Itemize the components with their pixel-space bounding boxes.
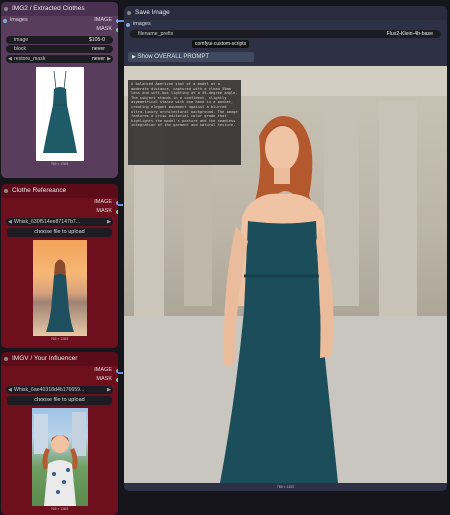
widget-value: Flux2-Klein-4b-base (386, 31, 433, 37)
arrow-left-icon[interactable]: ◀ (8, 386, 12, 394)
preview-image (31, 407, 88, 506)
input-label: images (10, 17, 28, 23)
node-save-image[interactable]: Save Image images filename_prefix Flux2-… (124, 6, 447, 491)
output-label: MASK (96, 208, 112, 214)
arrow-right-icon[interactable]: ▶ (107, 386, 111, 394)
arrow-right-icon[interactable]: ▶ (107, 55, 111, 63)
output-label: IMAGE (94, 17, 112, 23)
input-label: images (133, 21, 151, 27)
output-port-image[interactable] (116, 200, 118, 205)
show-prompt-label: Show OVERALL PROMPT (137, 54, 209, 60)
widget-label: restore_mask (14, 55, 46, 62)
show-prompt-button[interactable]: ▶ Show OVERALL PROMPT (128, 52, 254, 62)
node-title-text: Clothe Refereance (12, 187, 67, 194)
output-label: MASK (96, 376, 112, 382)
widget-image-file[interactable]: ◀ Whisk_630f514ee87147b7... ▶ (6, 217, 113, 226)
node-clothe-reference[interactable]: Clothe Refereance IMAGE MASK ◀ Whisk_630… (1, 184, 118, 348)
node-title-text: IMG2 / Extracted Clothes (12, 5, 85, 12)
output-label: MASK (96, 26, 112, 32)
arrow-left-icon[interactable]: ◀ (8, 218, 12, 226)
collapse-dot-icon[interactable] (4, 7, 8, 11)
widget-image-file[interactable]: ◀ Whisk_6ae40318d4b176659... ▶ (6, 385, 113, 394)
collapse-dot-icon[interactable] (4, 357, 8, 361)
input-port-images[interactable] (126, 22, 130, 27)
node-title[interactable]: Save Image (124, 6, 447, 20)
dress-icon (42, 70, 77, 153)
image-size-caption: 768 × 1365 (50, 161, 69, 166)
arrow-right-icon[interactable]: ▶ (107, 218, 111, 226)
output-port-mask[interactable] (116, 27, 118, 32)
upload-button[interactable]: choose file to upload (7, 227, 112, 237)
node-title[interactable]: Clothe Refereance (1, 184, 118, 198)
widget-image[interactable]: image $105-0 (6, 35, 113, 44)
output-port-mask[interactable] (116, 209, 118, 214)
person-icon (33, 411, 86, 506)
node-title[interactable]: IMGV / Your Influencer (1, 352, 118, 366)
output-port-image[interactable] (116, 368, 118, 373)
prompt-text-overlay: A balanced American shot of a model at a… (128, 80, 241, 165)
node-your-influencer[interactable]: IMGV / Your Influencer IMAGE MASK ◀ Whis… (1, 352, 118, 515)
node-title[interactable]: IMG2 / Extracted Clothes (1, 2, 118, 16)
output-port-mask[interactable] (116, 377, 118, 382)
person-icon (45, 259, 74, 332)
image-size-caption: 768 × 1365 (50, 506, 69, 511)
node-extracted-clothes[interactable]: IMG2 / Extracted Clothes images IMAGE MA… (1, 2, 118, 178)
widget-value: Whisk_6ae40318d4b176659... (14, 386, 85, 393)
widget-filename-prefix[interactable]: filename_prefix Flux2-Klein-4b-base (130, 30, 441, 38)
widget-value: never (92, 46, 105, 52)
preview-image (32, 239, 87, 336)
node-title-text: IMGV / Your Influencer (12, 355, 78, 362)
collapse-dot-icon[interactable] (4, 189, 8, 193)
widget-value: $105-0 (88, 36, 105, 43)
node-title-text: Save Image (135, 9, 170, 16)
image-size-caption: 768 × 1365 (50, 336, 69, 341)
widget-label: block (14, 46, 27, 52)
widget-value: Whisk_630f514ee87147b7... (14, 218, 81, 225)
collapse-dot-icon[interactable] (127, 11, 131, 15)
tooltip: comfyui-custom-scripts (192, 40, 250, 48)
image-size-caption: 768 × 1152 (276, 485, 295, 489)
play-icon: ▶ (132, 54, 136, 60)
widget-label: filename_prefix (138, 31, 174, 37)
output-label: IMAGE (94, 367, 112, 373)
preview-image (35, 66, 84, 161)
widget-label: image (14, 36, 29, 43)
arrow-left-icon[interactable]: ◀ (8, 55, 12, 63)
widget-block[interactable]: block never (6, 45, 113, 53)
widget-value: never (92, 55, 105, 62)
input-port-images[interactable] (3, 18, 7, 23)
output-port-image[interactable] (116, 18, 118, 23)
widget-restore-mask[interactable]: ◀ restore_mask never ▶ (6, 54, 113, 63)
upload-button[interactable]: choose file to upload (7, 395, 112, 405)
output-label: IMAGE (94, 199, 112, 205)
